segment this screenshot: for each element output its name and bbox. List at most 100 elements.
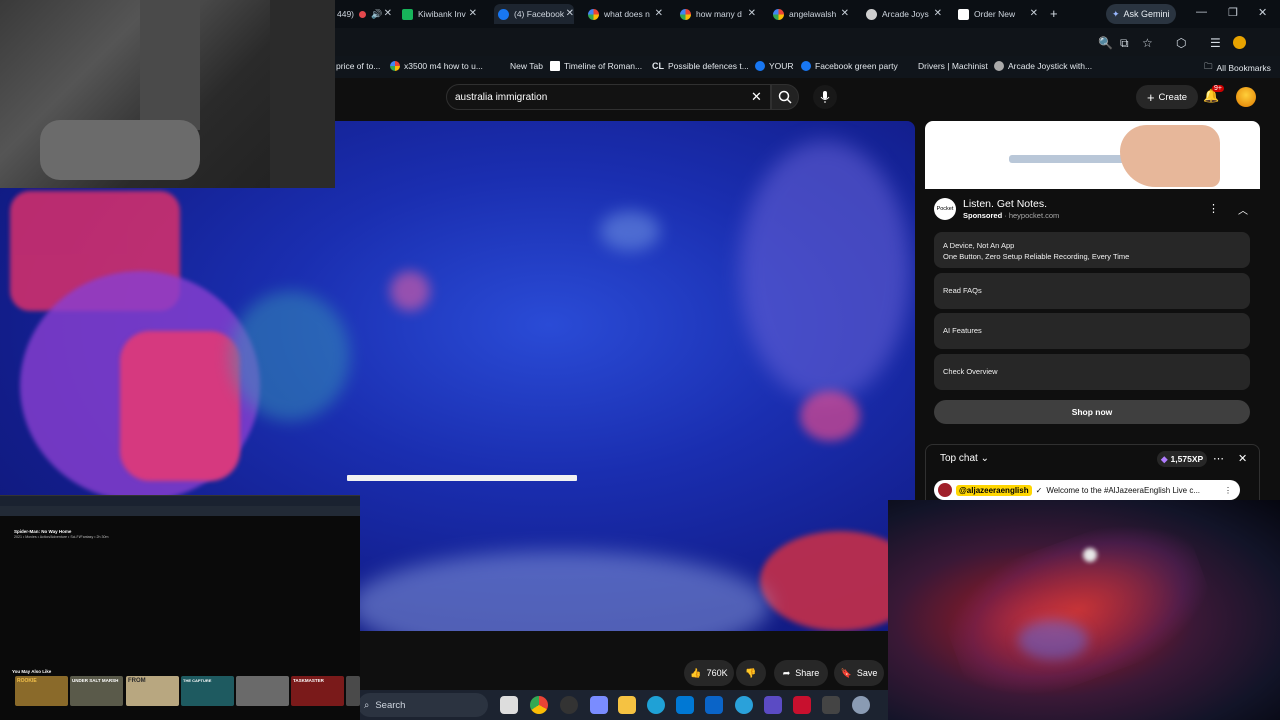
search-input[interactable] [446, 84, 771, 110]
ad-title[interactable]: Listen. Get Notes. [963, 198, 1047, 210]
settings-icon[interactable] [852, 696, 870, 714]
poster[interactable]: THE CAPTURE [181, 676, 234, 706]
ad-image[interactable] [925, 121, 1260, 189]
xp-badge[interactable]: ◆ 1,575XP [1157, 451, 1208, 467]
arcade-icon [866, 8, 877, 20]
share-button[interactable]: ➦ Share [774, 660, 828, 686]
tab-youtube[interactable]: 449) 🔊 ✕ [337, 4, 392, 24]
bookmark-item[interactable]: Timeline of Roman... [550, 61, 642, 71]
save-button[interactable]: 🔖 Save [834, 660, 884, 686]
chat-more-icon[interactable]: ⋯ [1213, 452, 1224, 465]
more-options-icon[interactable]: ⋮ [1208, 202, 1219, 215]
task-view-icon[interactable] [500, 696, 518, 714]
tab-google-1[interactable]: what does n ✕ [588, 4, 663, 24]
poster[interactable]: UNDER SALT MARSH [70, 676, 123, 706]
voice-search-button[interactable] [813, 85, 837, 109]
pinned-chat-message[interactable]: @aljazeeraenglish ✓ Welcome to the #AlJa… [934, 480, 1240, 500]
close-tab-icon[interactable]: ✕ [1030, 8, 1038, 19]
app-icon[interactable] [590, 696, 608, 714]
couch-shape [40, 120, 200, 180]
mini-address-bar [0, 506, 360, 516]
clear-search-icon[interactable]: ✕ [751, 89, 762, 105]
app-icon[interactable] [822, 696, 840, 714]
account-avatar[interactable] [1236, 87, 1256, 107]
tab-facebook[interactable]: (4) Facebook ✕ [494, 4, 574, 24]
ask-gemini-button[interactable]: ✦ Ask Gemini [1106, 4, 1176, 24]
message-more-icon[interactable]: ⋮ [1224, 486, 1232, 495]
search-button[interactable] [771, 84, 799, 110]
close-tab-icon[interactable]: ✕ [748, 8, 756, 19]
all-bookmarks[interactable]: 🗀 All Bookmarks [1204, 61, 1271, 75]
bookmark-icon: 🔖 [840, 667, 852, 678]
minimize-icon[interactable]: — [1196, 6, 1207, 18]
shop-now-button[interactable]: Shop now [934, 400, 1250, 424]
notification-badge: 9+ [1212, 85, 1224, 92]
ad-link-ai-features[interactable]: AI Features [934, 313, 1250, 349]
bookmark-item[interactable]: New Tab [510, 61, 543, 71]
tab-arcade[interactable]: Arcade Joys ✕ [866, 4, 942, 24]
address-bar-row: 🔍 ⧉ ☆ ⬡ ☰ [334, 28, 1280, 56]
coral-decoration [600, 211, 660, 251]
tab-google-3[interactable]: angelawalsh ✕ [773, 4, 849, 24]
cast-icon[interactable]: ⧉ [1120, 36, 1129, 51]
poster[interactable] [346, 676, 360, 706]
app-icon[interactable] [764, 696, 782, 714]
create-button[interactable]: + Create [1136, 85, 1198, 109]
bookmark-item[interactable]: Arcade Joystick with... [994, 61, 1092, 71]
google-icon [588, 8, 599, 20]
file-explorer-icon[interactable] [618, 696, 636, 714]
reading-list-icon[interactable]: ☰ [1210, 36, 1221, 50]
star-icon[interactable]: ☆ [1142, 36, 1153, 50]
kiwibank-icon [402, 8, 413, 20]
close-tab-icon[interactable]: ✕ [934, 8, 942, 19]
maximize-icon[interactable]: ❐ [1228, 6, 1238, 19]
top-chat-dropdown[interactable]: Top chat ⌄ [940, 453, 989, 464]
app-icon[interactable] [560, 696, 578, 714]
galaxy-image-overlay [888, 500, 1280, 720]
like-button[interactable]: 👍 760K [684, 660, 734, 686]
chrome-icon[interactable] [530, 696, 548, 714]
coral-decoration [390, 271, 430, 311]
coral-decoration [740, 141, 910, 401]
cl-icon: CL [652, 61, 664, 71]
poster[interactable]: TASKMASTER [291, 676, 344, 706]
loading-bar [347, 475, 577, 481]
ad-link-faqs[interactable]: Read FAQs [934, 273, 1250, 309]
bookmark-item[interactable]: Drivers | Machinist [918, 61, 988, 71]
tab-order[interactable]: Order New ✕ [958, 4, 1038, 24]
extensions-icon[interactable]: ⬡ [1176, 36, 1186, 50]
profile-icon[interactable] [1233, 36, 1246, 49]
outlook-icon[interactable] [705, 696, 723, 714]
new-tab-button[interactable]: + [1050, 6, 1058, 21]
poster[interactable]: FROM [126, 676, 179, 706]
close-chat-icon[interactable]: ✕ [1238, 452, 1247, 465]
close-tab-icon[interactable]: ✕ [566, 8, 574, 19]
close-window-icon[interactable]: ✕ [1258, 6, 1267, 19]
edge-icon[interactable] [647, 696, 665, 714]
bookmark-item[interactable]: Facebook green party [801, 61, 898, 71]
ad-link-device[interactable]: A Device, Not An App One Button, Zero Se… [934, 232, 1250, 268]
app-icon[interactable] [793, 696, 811, 714]
door-shape [140, 0, 200, 130]
zoom-icon[interactable]: 🔍 [1098, 36, 1113, 50]
poster[interactable]: ROOKIE [15, 676, 68, 706]
coral-decoration [350, 551, 770, 631]
dislike-button[interactable]: 👎 [736, 660, 766, 686]
bookmark-item[interactable]: YOUR [755, 61, 794, 71]
close-tab-icon[interactable]: ✕ [841, 8, 849, 19]
close-tab-icon[interactable]: ✕ [469, 8, 477, 19]
telegram-icon[interactable] [735, 696, 753, 714]
close-tab-icon[interactable]: ✕ [655, 8, 663, 19]
collapse-chevron-icon[interactable]: ︿ [1238, 202, 1248, 217]
ad-link-overview[interactable]: Check Overview [934, 354, 1250, 390]
store-icon[interactable] [676, 696, 694, 714]
tab-google-2[interactable]: how many d ✕ [680, 4, 756, 24]
bookmark-item[interactable]: price of to... [336, 61, 380, 71]
google-icon [680, 8, 691, 20]
tab-kiwibank[interactable]: Kiwibank Inv ✕ [402, 4, 477, 24]
close-tab-icon[interactable]: ✕ [384, 8, 392, 19]
taskbar-search-input[interactable]: ⌕ Search [358, 693, 488, 717]
bookmark-item[interactable]: x3500 m4 how to u... [390, 61, 483, 71]
poster[interactable] [236, 676, 289, 706]
bookmark-item[interactable]: CL Possible defences t... [652, 61, 749, 71]
